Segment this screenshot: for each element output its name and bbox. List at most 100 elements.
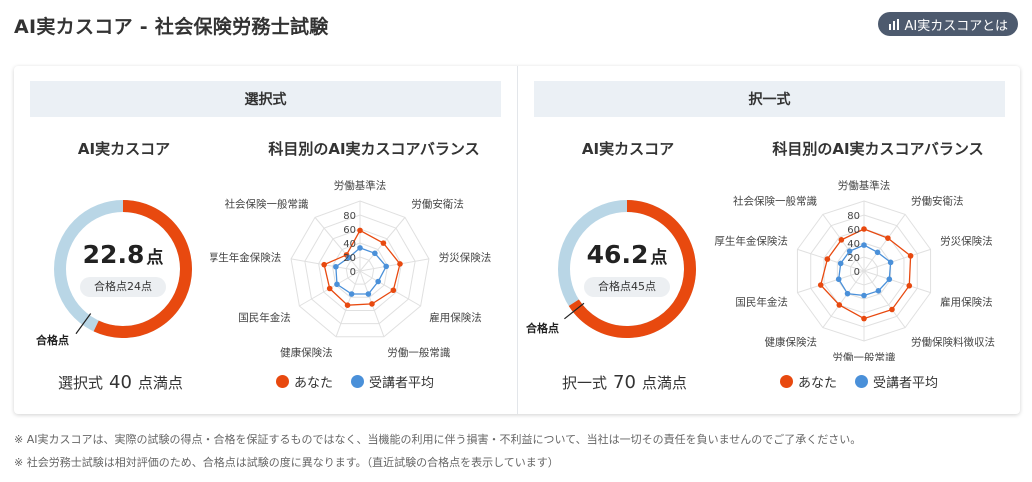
radar-point-you (397, 261, 403, 267)
radar-category-label: 健康保険法 (764, 336, 817, 349)
score-unit: 点 (146, 248, 164, 268)
about-button-label: AI実カスコアとは (904, 18, 1008, 34)
radar-point-average (383, 263, 389, 270)
radar-category-label: 国民年金法 (238, 311, 290, 324)
radar-spoke (822, 270, 865, 328)
radar-point-average (837, 260, 844, 267)
radar-point-average (375, 278, 381, 285)
radar-tick-label: 40 (343, 239, 356, 250)
radar-category-label: 労働一般常識 (833, 351, 896, 361)
radar-point-you (380, 240, 387, 246)
full-score-value: 70 (613, 372, 636, 393)
radar-category-label: 雇用保険法 (429, 311, 482, 324)
radar-point-you (357, 227, 363, 234)
panel-heading: 選択式 (30, 81, 501, 117)
radar-point-average (365, 291, 372, 297)
legend-dot-you (276, 375, 289, 388)
radar-category-label: 厚生年金保険法 (714, 234, 788, 247)
radar-tick-label: 0 (350, 267, 356, 278)
radar-point-you (889, 306, 895, 313)
radar-point-you (907, 253, 914, 259)
radar-spoke (359, 270, 421, 307)
radar-category-label: 国民年金法 (735, 296, 788, 309)
legend-dot-you (780, 375, 793, 388)
score-number: 22.8 (82, 240, 145, 269)
radar-point-average (874, 249, 881, 256)
legend-dot-average (351, 375, 365, 388)
score-unit: 点 (650, 248, 668, 268)
score-donut (558, 200, 696, 338)
score-card: 選択式 AI実カスコア 22.8 点 合格点24点 合格点 選択式 40 点満点 科目… (14, 66, 1020, 414)
radar-tick-label: 60 (343, 225, 356, 236)
radar-category-label: 労働一般常識 (387, 346, 450, 359)
radar-category-label: 労働基準法 (838, 179, 891, 192)
radar-point-average (357, 245, 363, 251)
radar-point-average (334, 281, 340, 288)
radar-tick-label: 20 (847, 253, 860, 264)
donut-score-arc (93, 200, 192, 338)
radar-spoke (863, 270, 931, 294)
legend-item-average: 受講者平均 (351, 372, 434, 391)
radar-point-you (390, 287, 397, 294)
panel-takuitsu: 択一式 AI実カスコア 46.2 点 合格点45点 合格点 択一式 70 点満点 科目… (518, 66, 1021, 414)
legend-item-you: あなた (276, 372, 333, 391)
legend-item-you: あなた (780, 372, 837, 391)
full-score-prefix: 択一式 (562, 374, 608, 392)
radar-category-label: 健康保険法 (280, 346, 333, 359)
radar-category-label: 労災保険法 (940, 234, 993, 247)
pass-mark-label: 合格点 (526, 322, 559, 335)
disclaimer-note: ※ AI実カスコアは、実際の試験の得点・合格を保証するものではなく、当機能の利用… (14, 433, 862, 446)
radar-point-average (886, 276, 893, 283)
pass-score-badge: 合格点45点 (584, 277, 670, 297)
radar-title: 科目別のAI実カスコアバランス (268, 140, 480, 158)
radar-point-average (887, 259, 894, 266)
radar-tick-label: 80 (343, 211, 356, 222)
panel-heading: 択一式 (534, 81, 1005, 117)
legend-label: 受講者平均 (369, 376, 435, 391)
score-title: AI実カスコア (77, 140, 171, 158)
radar-point-you (885, 235, 891, 241)
score-donut (54, 200, 192, 338)
legend-item-average: 受講者平均 (855, 372, 938, 391)
bar-chart-icon (888, 18, 899, 30)
radar-point-you (369, 301, 375, 307)
radar-point-average (875, 288, 882, 294)
radar-point-you (838, 237, 845, 243)
full-score-suffix: 点満点 (641, 374, 687, 392)
radar-category-label: 労働安衛法 (411, 198, 464, 211)
radar-category-label: 労働基準法 (334, 179, 387, 192)
score-value: 22.8 点 (58, 240, 188, 269)
radar-point-you (861, 315, 867, 322)
radar-spoke (863, 248, 931, 272)
radar-category-label: 雇用保険法 (940, 296, 993, 309)
radar-tick-label: 0 (854, 267, 860, 278)
radar-chart: 0 20 40 60 80 労働基準法労働安衛法労災保険法雇用保険法労働一般常識 健康保険法… (210, 179, 491, 359)
radar-tick-label: 80 (847, 211, 860, 222)
legend-label: あなた (798, 376, 838, 391)
radar-category-label: 労働安衛法 (911, 194, 964, 207)
radar-point-you (817, 282, 824, 288)
radar-category-label: 労働保険料徴収法 (911, 336, 995, 349)
radar-title: 科目別のAI実カスコアバランス (772, 140, 984, 158)
score-title: AI実カスコア (581, 140, 675, 158)
about-score-button[interactable]: AI実カスコアとは (877, 12, 1018, 36)
radar-legend: あなた 受講者平均 (276, 372, 434, 391)
full-score-value: 40 (109, 372, 132, 393)
radar-category-label: 厚生年金保険法 (210, 251, 281, 264)
score-number: 46.2 (586, 240, 649, 269)
legend-label: 受講者平均 (873, 376, 939, 391)
page-title: AI実カスコア - 社会保険労務士試験 (14, 16, 329, 38)
radar-point-you (344, 302, 351, 309)
legend-dot-average (855, 375, 869, 388)
pass-score-note: ※ 社会労務士試験は相対評価のため、合格点は試験の度に異なります。（直近試験の合… (14, 456, 559, 469)
pass-score-badge: 合格点24点 (80, 277, 166, 297)
radar-point-average (861, 292, 867, 299)
radar-point-average (835, 276, 842, 283)
radar-category-label: 社会保険一般常識 (733, 194, 817, 207)
radar-point-average (333, 263, 339, 270)
pass-mark-label: 合格点 (36, 334, 69, 347)
full-score-prefix: 選択式 (58, 374, 104, 392)
score-value: 46.2 点 (562, 240, 692, 269)
radar-tick-label: 40 (847, 239, 860, 250)
full-score: 選択式 40 点満点 (58, 372, 183, 393)
